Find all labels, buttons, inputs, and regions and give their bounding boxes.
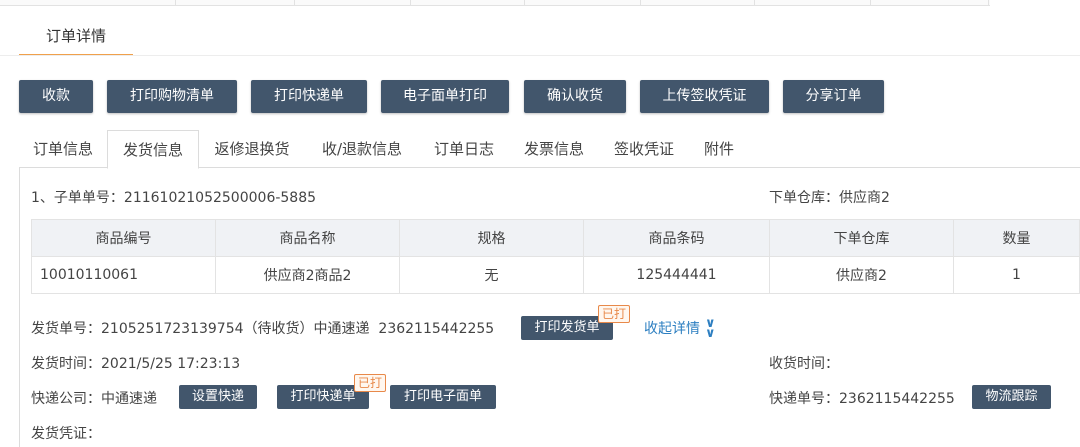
order-warehouse-line: 下单仓库：供应商2	[769, 187, 890, 207]
print-e-waybill-button[interactable]: 打印电子面单	[390, 385, 496, 409]
tab-receipt-voucher[interactable]: 签收凭证	[603, 130, 685, 168]
receive-time-label: 收货时间：	[769, 356, 839, 372]
shipment-carrier: 中通速递	[313, 321, 370, 337]
shipment-number-line: 发货单号：2105251723139754（待收货）中通速递 236211544…	[31, 318, 494, 338]
page-tab-order-detail[interactable]: 订单详情	[19, 22, 133, 56]
shipping-voucher-label: 发货凭证：	[31, 426, 101, 442]
courier-name: 中通速递	[101, 391, 157, 407]
share-order-button[interactable]: 分享订单	[783, 80, 884, 113]
logistics-tracking-button[interactable]: 物流跟踪	[972, 385, 1051, 409]
tab-order-log[interactable]: 订单日志	[423, 130, 505, 168]
print-express-button[interactable]: 打印快递单	[251, 80, 367, 113]
cell-barcode: 125444441	[583, 256, 770, 294]
courier-label: 快递公司：	[31, 391, 101, 407]
ship-time: 2021/5/25 17:23:13	[101, 356, 241, 372]
col-warehouse: 下单仓库	[769, 219, 954, 257]
table-row: 10010110061 供应商2商品2 无 125444441 供应商2 1	[31, 256, 1080, 294]
shipment-tracking: 2362115442255	[378, 321, 495, 337]
col-spec: 规格	[399, 219, 584, 257]
sub-order-number: 21161021052500006-5885	[123, 190, 317, 206]
sub-order-line: 1、子单单号：21161021052500006-5885	[31, 187, 316, 207]
ship-time-label: 发货时间：	[31, 356, 101, 372]
e-waybill-print-button[interactable]: 电子面单打印	[381, 80, 509, 113]
cell-product-name: 供应商2商品2	[215, 256, 400, 294]
detail-tabs: 订单信息 发货信息 返修退换货 收/退款信息 订单日志 发票信息 签收凭证 附件	[19, 130, 1080, 169]
warehouse-value: 供应商2	[839, 190, 890, 206]
tab-repair-return[interactable]: 返修退换货	[203, 130, 301, 168]
tab-order-info[interactable]: 订单信息	[19, 130, 107, 168]
page-tab-divider	[0, 55, 1080, 56]
shipment-number-label: 发货单号：	[31, 321, 101, 337]
ship-time-line: 发货时间：2021/5/25 17:23:13	[31, 353, 240, 373]
cell-product-code: 10010110061	[31, 256, 216, 294]
upload-receipt-voucher-button[interactable]: 上传签收凭证	[640, 80, 769, 113]
col-barcode: 商品条码	[583, 219, 770, 257]
double-chevron-down-icon[interactable]: ∨ ∨	[705, 317, 716, 340]
tab-shipping-info[interactable]: 发货信息	[107, 130, 199, 169]
collapse-details-link[interactable]: 收起详情	[644, 318, 700, 338]
sub-order-label: 1、子单单号：	[31, 190, 124, 206]
tracking-line: 快递单号：2362115442255	[769, 388, 955, 408]
cell-quantity: 1	[953, 256, 1080, 294]
collect-payment-button[interactable]: 收款	[19, 80, 93, 113]
confirm-receipt-button[interactable]: 确认收货	[524, 80, 626, 113]
tracking-label: 快递单号：	[769, 391, 839, 407]
col-product-name: 商品名称	[215, 219, 400, 257]
print-shopping-list-button[interactable]: 打印购物清单	[107, 80, 237, 113]
col-quantity: 数量	[953, 219, 1080, 257]
tab-attachments[interactable]: 附件	[693, 130, 745, 168]
shipment-status: （待收货）	[243, 321, 314, 337]
top-table-edge	[0, 0, 990, 6]
cell-warehouse: 供应商2	[769, 256, 954, 294]
warehouse-label: 下单仓库：	[769, 190, 839, 206]
col-product-code: 商品编号	[31, 219, 216, 257]
goods-table-header: 商品编号 商品名称 规格 商品条码 下单仓库 数量	[31, 219, 1080, 257]
goods-table: 商品编号 商品名称 规格 商品条码 下单仓库 数量 10010110061 供应…	[31, 219, 1080, 294]
printed-badge: 已打	[598, 305, 631, 323]
printed-badge: 已打	[354, 374, 387, 392]
tab-invoice-info[interactable]: 发票信息	[513, 130, 595, 168]
cell-spec: 无	[399, 256, 584, 294]
courier-line: 快递公司：中通速递	[31, 388, 157, 408]
set-courier-button[interactable]: 设置快递	[179, 385, 257, 409]
tab-payment-refund[interactable]: 收/退款信息	[309, 130, 415, 168]
shipment-number: 2105251723139754	[101, 321, 244, 337]
tracking-number: 2362115442255	[839, 391, 955, 407]
receive-time-line: 收货时间：	[769, 353, 839, 373]
